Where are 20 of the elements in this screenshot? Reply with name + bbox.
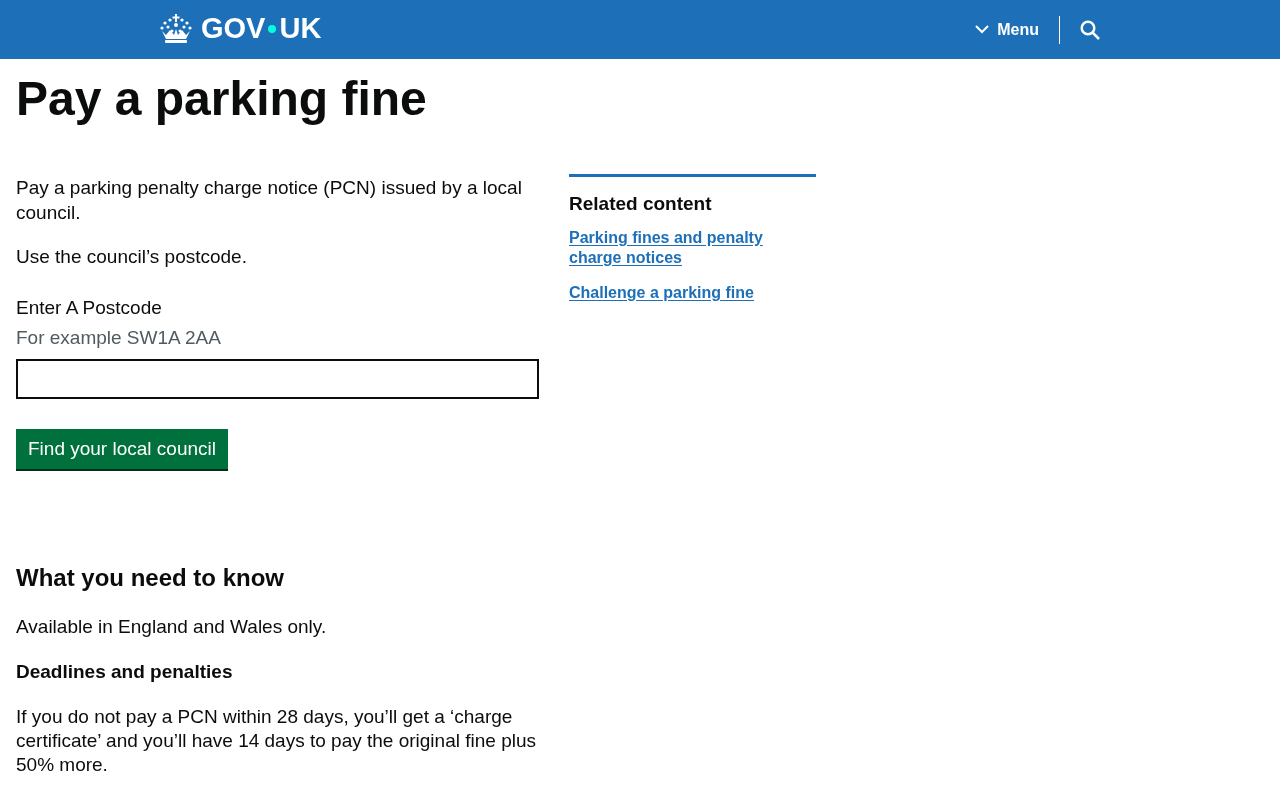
intro-paragraph: Use the council’s postcode.: [16, 245, 248, 269]
field-label: Enter A Postcode: [16, 296, 162, 320]
search-icon: [1080, 19, 1100, 40]
related-heading: Related content: [569, 192, 712, 216]
field-hint: For example SW1A 2AA: [16, 326, 221, 350]
page-title: Pay a parking fine: [16, 74, 427, 124]
find-council-button[interactable]: Find your local council: [16, 429, 228, 469]
body-paragraph: Available in England and Wales only.: [16, 615, 328, 639]
subsection-heading: Deadlines and penalties: [16, 660, 233, 684]
menu-button[interactable]: Menu: [975, 17, 1039, 42]
related-link[interactable]: Challenge a parking fine: [569, 283, 754, 303]
intro-paragraph: Pay a parking penalty charge notice (PCN) issued by a local council.: [16, 176, 523, 225]
section-heading: What you need to know: [16, 563, 284, 593]
body-paragraph: If you do not pay a PCN within 28 days, you’ll get a ‘charge certificate’ and you’ll have 14 days to pay the original fine plus 50% more.: [16, 705, 537, 777]
crown-icon: [160, 13, 192, 44]
search-button[interactable]: [1080, 19, 1100, 40]
postcode-input[interactable]: [16, 359, 539, 399]
logo-link[interactable]: GOV UK: [160, 13, 322, 44]
dot-icon: [268, 24, 277, 33]
related-link[interactable]: Parking fines and penalty charge notices: [569, 228, 769, 268]
